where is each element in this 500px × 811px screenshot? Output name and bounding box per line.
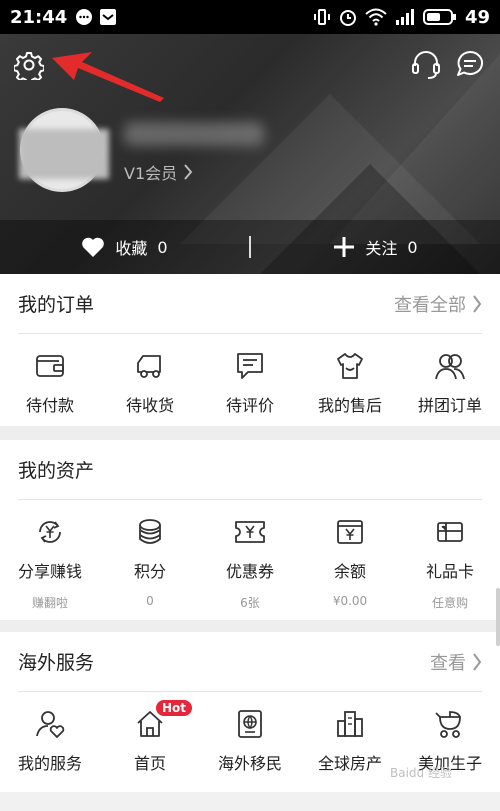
counts-bar: 收藏 0 关注 0 bbox=[0, 220, 500, 274]
gift-card-icon bbox=[437, 522, 463, 542]
chevron-right-icon bbox=[473, 652, 482, 671]
service-home[interactable]: Hot 首页 bbox=[100, 700, 200, 774]
service-my-services[interactable]: 我的服务 bbox=[0, 706, 100, 774]
overseas-view-all-label: 查看 bbox=[430, 652, 466, 674]
favorites-button[interactable]: 收藏 0 bbox=[0, 235, 249, 259]
headset-icon bbox=[412, 51, 440, 79]
assets-title: 我的资产 bbox=[18, 460, 95, 482]
buildings-icon bbox=[337, 711, 363, 737]
order-after-sales[interactable]: 我的售后 bbox=[300, 348, 400, 416]
orders-section: 我的订单 查看全部 待付款 待收货 待评价 我的售后 拼团订单 bbox=[0, 274, 500, 426]
coins-icon bbox=[139, 519, 161, 544]
orders-view-all[interactable]: 查看全部 bbox=[394, 291, 482, 317]
status-time: 21:44 bbox=[10, 6, 68, 28]
chevron-right-icon bbox=[473, 294, 482, 313]
asset-points[interactable]: 积分 0 bbox=[100, 514, 200, 611]
asset-share-earn[interactable]: 分享赚钱 赚翻啦 bbox=[0, 514, 100, 611]
follow-button[interactable]: 关注 0 bbox=[251, 235, 500, 259]
battery-icon bbox=[422, 9, 456, 25]
service-global-property[interactable]: 全球房产 bbox=[300, 706, 400, 774]
balance-wallet-icon bbox=[337, 520, 363, 544]
wifi-icon bbox=[365, 8, 387, 26]
yuan-cycle-icon bbox=[39, 521, 61, 543]
coupon-icon bbox=[235, 521, 265, 543]
profile-header: V1会员 收藏 0 关注 0 bbox=[0, 34, 500, 274]
alarm-icon bbox=[339, 10, 356, 26]
overseas-title: 海外服务 bbox=[18, 652, 95, 674]
asset-balance[interactable]: 余额 ¥0.00 bbox=[300, 514, 400, 611]
wallet-icon bbox=[36, 355, 64, 377]
overseas-view-all[interactable]: 查看 bbox=[430, 649, 482, 675]
vibrate-icon bbox=[313, 9, 330, 25]
shirt-icon bbox=[337, 353, 363, 379]
favorites-label: 收藏 bbox=[115, 239, 148, 258]
bottom-spacer bbox=[0, 792, 500, 811]
group-icon bbox=[435, 354, 465, 380]
annotation-arrow bbox=[52, 52, 164, 102]
stroller-icon bbox=[435, 711, 461, 738]
mail-icon bbox=[100, 9, 117, 25]
heart-icon bbox=[82, 237, 105, 257]
message-icon bbox=[457, 50, 484, 76]
service-immigration[interactable]: 海外移民 bbox=[200, 706, 300, 774]
scrollbar-thumb[interactable] bbox=[496, 588, 500, 646]
chat-bubble-icon bbox=[76, 9, 93, 25]
order-group-buy[interactable]: 拼团订单 bbox=[400, 348, 500, 416]
follow-count: 0 bbox=[407, 237, 418, 257]
orders-view-all-label: 查看全部 bbox=[394, 294, 466, 316]
passport-icon bbox=[238, 710, 262, 738]
hot-badge: Hot bbox=[156, 700, 193, 716]
gear-icon bbox=[14, 52, 44, 80]
orders-title: 我的订单 bbox=[18, 294, 95, 316]
signal-icon bbox=[395, 9, 414, 25]
favorites-count: 0 bbox=[157, 237, 168, 257]
username-blurred bbox=[124, 122, 264, 146]
asset-coupons[interactable]: 优惠券 6张 bbox=[200, 514, 300, 611]
follow-label: 关注 bbox=[365, 239, 398, 258]
settings-button[interactable] bbox=[12, 48, 46, 82]
truck-icon bbox=[137, 355, 161, 378]
order-pending-payment[interactable]: 待付款 bbox=[0, 348, 100, 416]
order-pending-review[interactable]: 待评价 bbox=[200, 348, 300, 416]
messages-button[interactable] bbox=[452, 46, 488, 82]
watermark-text: Baidu 经验 bbox=[390, 766, 452, 780]
asset-gift-card[interactable]: 礼品卡 任意购 bbox=[400, 514, 500, 611]
member-level-link[interactable]: V1会员 bbox=[124, 160, 193, 184]
order-pending-receipt[interactable]: 待收货 bbox=[100, 348, 200, 416]
customer-service-button[interactable] bbox=[408, 46, 444, 82]
plus-icon bbox=[334, 237, 355, 257]
comment-icon bbox=[237, 353, 263, 379]
battery-level: 49 bbox=[464, 6, 490, 28]
status-bar: 21:44 49 bbox=[0, 0, 500, 34]
member-level-label: V1会员 bbox=[124, 164, 178, 183]
avatar[interactable] bbox=[19, 108, 109, 192]
chevron-right-icon bbox=[184, 164, 193, 180]
user-heart-icon bbox=[36, 711, 65, 738]
assets-section: 我的资产 分享赚钱 赚翻啦 积分 0 优惠券 6张 余额 ¥0.00 礼品卡 任… bbox=[0, 440, 500, 620]
